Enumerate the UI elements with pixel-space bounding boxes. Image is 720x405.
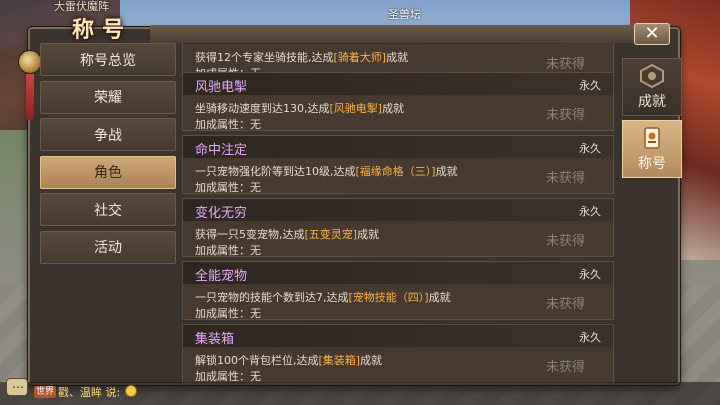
entry-header: 集装箱 永久 (183, 325, 613, 347)
title-list[interactable]: 获得12个专家坐骑技能,达成[骑着大师]成就 加成属性：无 未获得 风驰电掣 永… (182, 43, 614, 383)
title-banner: 大雷伏魔阵 称号 (36, 0, 166, 43)
entry-name: 风驰电掣 (195, 80, 248, 95)
entry-name: 全能宠物 (195, 269, 248, 284)
entry-status: 未获得 (545, 108, 585, 123)
entry-description: 解锁100个背包栏位,达成[集装箱]成就 (195, 354, 383, 367)
title-entry[interactable]: 集装箱 永久 解锁100个背包栏位,达成[集装箱]成就 加成属性：无 未获得 (182, 324, 614, 383)
entry-duration: 永久 (579, 268, 601, 281)
ornament-tassel (26, 74, 34, 120)
tab-title-label: 称号 (638, 156, 666, 172)
entry-description: 一只宠物强化阶等到达10级,达成[福缘命格（三）]成就 (195, 165, 458, 178)
category-social[interactable]: 社交 (40, 193, 176, 226)
entry-name: 变化无穷 (195, 206, 248, 221)
chat-channel-badge: 世界 (34, 386, 57, 398)
emoji-icon (125, 385, 137, 397)
entry-status: 未获得 (545, 360, 585, 375)
entry-header: 命中注定 永久 (183, 136, 613, 158)
entry-attribute: 加成属性：无 (195, 181, 261, 194)
entry-attribute: 加成属性：无 (195, 118, 261, 131)
entry-status: 未获得 (545, 57, 585, 72)
map-location-label: 圣兽坛 (388, 8, 421, 21)
entry-header: 变化无穷 永久 (183, 199, 613, 221)
category-overview[interactable]: 称号总览 (40, 43, 176, 76)
category-glory[interactable]: 荣耀 (40, 80, 176, 114)
entry-duration: 永久 (579, 142, 601, 155)
category-character[interactable]: 角色 (40, 155, 176, 189)
entry-description: 一只宠物的技能个数到达7,达成[宠物技能（四）]成就 (195, 291, 451, 304)
tab-achievement[interactable]: 成就 (622, 58, 682, 116)
entry-description: 获得一只5变宠物,达成[五变灵宠]成就 (195, 228, 380, 241)
tab-achievement-label: 成就 (638, 94, 666, 110)
title-entry[interactable]: 命中注定 永久 一只宠物强化阶等到达10级,达成[福缘命格（三）]成就 加成属性… (182, 135, 614, 194)
entry-name: 集装箱 (195, 332, 235, 347)
category-battle[interactable]: 争战 (40, 118, 176, 151)
ornament-pin-icon (18, 50, 42, 74)
page-title: 称号 (72, 17, 133, 43)
title-scroll-icon (644, 127, 660, 149)
title-entry[interactable]: 风驰电掣 永久 坐骑移动速度到达130,达成[风驰电掣]成就 加成属性：无 未获… (182, 72, 614, 131)
entry-attribute: 加成属性：无 (195, 307, 261, 320)
entry-duration: 永久 (579, 331, 601, 344)
category-activity[interactable]: 活动 (40, 230, 176, 264)
tab-title[interactable]: 称号 (622, 120, 682, 178)
entry-status: 未获得 (545, 234, 585, 249)
title-entry[interactable]: 全能宠物 永久 一只宠物的技能个数到达7,达成[宠物技能（四）]成就 加成属性：… (182, 261, 614, 320)
entry-attribute: 加成属性：无 (195, 370, 261, 383)
entry-duration: 永久 (579, 205, 601, 218)
category-list: 称号总览 荣耀 争战 角色 社交 活动 (40, 43, 176, 268)
panel-top-bar (150, 25, 670, 43)
entry-status: 未获得 (545, 297, 585, 312)
entry-header (183, 43, 613, 44)
entry-description: 获得12个专家坐骑技能,达成[骑着大师]成就 (195, 51, 409, 64)
entry-status: 未获得 (545, 171, 585, 186)
chat-message: 戳、温眸 说: (58, 386, 121, 399)
close-button[interactable]: ✕ (634, 23, 670, 45)
title-entry[interactable]: 变化无穷 永久 获得一只5变宠物,达成[五变灵宠]成就 加成属性：无 未获得 (182, 198, 614, 257)
entry-header: 风驰电掣 永久 (183, 73, 613, 95)
entry-attribute: 加成属性：无 (195, 244, 261, 257)
entry-description: 坐骑移动速度到达130,达成[风驰电掣]成就 (195, 102, 405, 115)
chat-bubble-icon[interactable] (6, 377, 28, 396)
entry-header: 全能宠物 永久 (183, 262, 613, 284)
achievement-emblem-icon (640, 63, 664, 89)
entry-duration: 永久 (579, 79, 601, 92)
entry-name: 命中注定 (195, 143, 248, 158)
